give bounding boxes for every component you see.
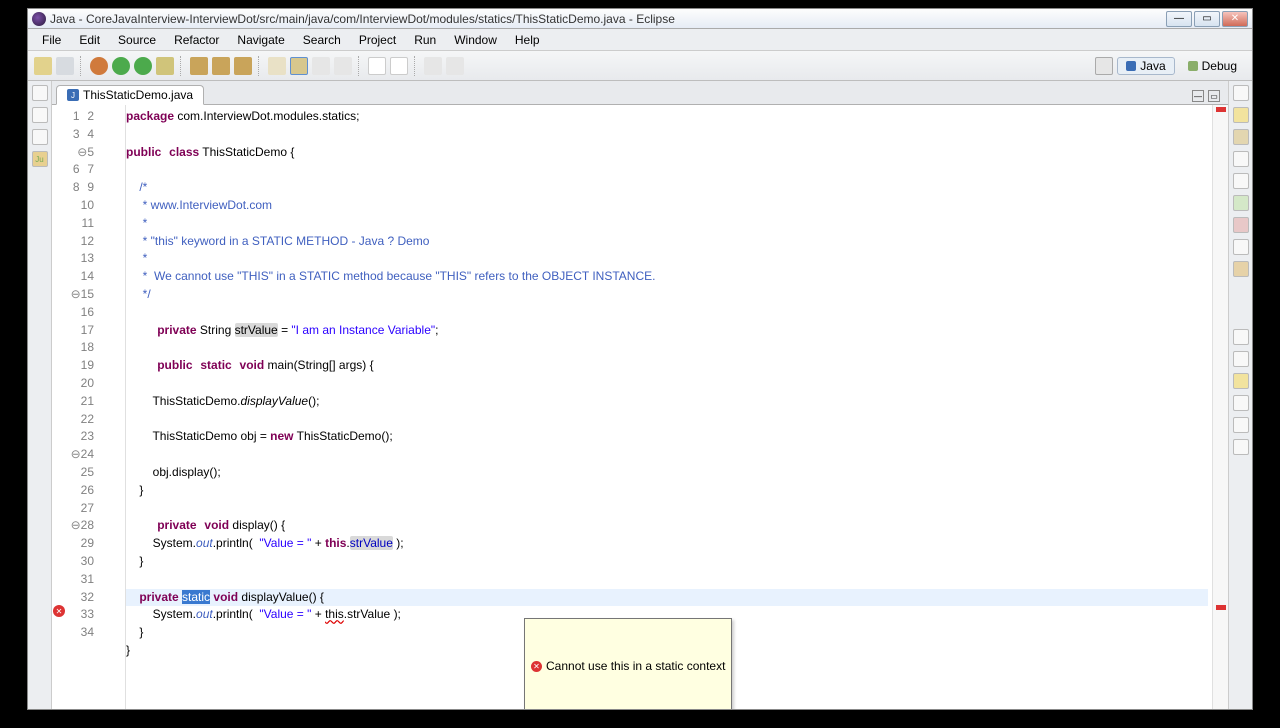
open-type-icon[interactable] (268, 57, 286, 75)
java-icon (1126, 61, 1136, 71)
source-text[interactable]: package com.InterviewDot.modules.statics… (126, 105, 1212, 709)
tab-label: ThisStaticDemo.java (83, 88, 193, 102)
restore-bottom-icon[interactable] (1233, 329, 1249, 345)
maximize-button[interactable]: ▭ (1194, 11, 1220, 27)
restore-view-icon[interactable] (32, 85, 48, 101)
restore-right-icon[interactable] (1233, 85, 1249, 101)
menu-project[interactable]: Project (351, 31, 404, 49)
package-explorer-icon[interactable] (32, 107, 48, 123)
debug-perspective-label: Debug (1202, 59, 1237, 73)
tooltip-message: Cannot use this in a static context (546, 658, 725, 676)
menu-window[interactable]: Window (446, 31, 505, 49)
right-trim[interactable] (1228, 81, 1252, 709)
debug-icon (1188, 61, 1198, 71)
code-area[interactable]: ✕ 1 2 3 4 ⊖5 6 7 8 9 10 11 12 13 14 ⊖15 … (52, 105, 1228, 709)
problems-icon[interactable] (1233, 351, 1249, 367)
folding-ruler[interactable] (100, 105, 126, 709)
java-file-icon: J (67, 89, 79, 101)
view5-icon[interactable] (1233, 195, 1249, 211)
error-tooltip: ✕ Cannot use this in a static context Pr… (524, 618, 732, 709)
outline-icon[interactable] (1233, 129, 1249, 145)
view4-icon[interactable] (1233, 173, 1249, 189)
ext-tools-icon[interactable] (156, 57, 174, 75)
view8-icon[interactable] (1233, 261, 1249, 277)
eclipse-icon (32, 12, 46, 26)
menu-navigate[interactable]: Navigate (229, 31, 292, 49)
run-icon[interactable] (112, 57, 130, 75)
minimize-editor-icon[interactable]: — (1192, 90, 1204, 102)
new-folder-icon[interactable] (234, 57, 252, 75)
error-icon: ✕ (531, 661, 542, 672)
overview-error-top[interactable] (1216, 107, 1226, 112)
marker-column[interactable]: ✕ (52, 105, 66, 709)
view3-icon[interactable] (1233, 151, 1249, 167)
editor-tabs[interactable]: J ThisStaticDemo.java — ▭ (52, 81, 1228, 105)
open-perspective-icon[interactable] (1095, 57, 1113, 75)
new-icon[interactable] (34, 57, 52, 75)
view7-icon[interactable] (1233, 239, 1249, 255)
minimize-button[interactable]: — (1166, 11, 1192, 27)
view6-icon[interactable] (1233, 217, 1249, 233)
task-icon[interactable] (334, 57, 352, 75)
debug-icon[interactable] (90, 57, 108, 75)
close-button[interactable]: ✕ (1222, 11, 1248, 27)
tasklist-icon[interactable] (1233, 107, 1249, 123)
declaration-icon[interactable] (1233, 395, 1249, 411)
error-marker-icon[interactable]: ✕ (53, 605, 65, 617)
editor: J ThisStaticDemo.java — ▭ ✕ 1 2 3 4 ⊖5 6… (52, 81, 1228, 709)
left-trim[interactable]: Ju (28, 81, 52, 709)
toolbar[interactable]: Java Debug (28, 51, 1252, 81)
overview-ruler[interactable] (1212, 105, 1228, 709)
annotation-icon[interactable] (312, 57, 330, 75)
menu-file[interactable]: File (34, 31, 69, 49)
menu-run[interactable]: Run (406, 31, 444, 49)
new-class-icon[interactable] (212, 57, 230, 75)
window-title: Java - CoreJavaInterview-InterviewDot/sr… (50, 12, 1166, 26)
menu-refactor[interactable]: Refactor (166, 31, 227, 49)
overview-error[interactable] (1216, 605, 1226, 610)
file-tab[interactable]: J ThisStaticDemo.java (56, 85, 204, 105)
debug-perspective-button[interactable]: Debug (1179, 57, 1246, 75)
search-icon[interactable] (290, 57, 308, 75)
menu-search[interactable]: Search (295, 31, 349, 49)
save-icon[interactable] (56, 57, 74, 75)
titlebar[interactable]: Java - CoreJavaInterview-InterviewDot/sr… (28, 9, 1252, 29)
javadoc-icon[interactable] (1233, 373, 1249, 389)
run-last-icon[interactable] (134, 57, 152, 75)
java-perspective-label: Java (1140, 59, 1165, 73)
menu-source[interactable]: Source (110, 31, 164, 49)
java-perspective-button[interactable]: Java (1117, 57, 1174, 75)
junit-icon[interactable]: Ju (32, 151, 48, 167)
forward-icon[interactable] (390, 57, 408, 75)
back-icon[interactable] (368, 57, 386, 75)
main-area: Ju J ThisStaticDemo.java — ▭ ✕ 1 2 3 4 ⊖… (28, 81, 1252, 709)
new-package-icon[interactable] (190, 57, 208, 75)
eclipse-window: Java - CoreJavaInterview-InterviewDot/sr… (27, 8, 1253, 710)
menu-help[interactable]: Help (507, 31, 548, 49)
console-icon[interactable] (1233, 417, 1249, 433)
hierarchy-icon[interactable] (32, 129, 48, 145)
nav-icon[interactable] (424, 57, 442, 75)
line-numbers: 1 2 3 4 ⊖5 6 7 8 9 10 11 12 13 14 ⊖15 16… (66, 105, 100, 709)
menu-edit[interactable]: Edit (71, 31, 108, 49)
nav2-icon[interactable] (446, 57, 464, 75)
maximize-editor-icon[interactable]: ▭ (1208, 90, 1220, 102)
servers-icon[interactable] (1233, 439, 1249, 455)
menubar[interactable]: File Edit Source Refactor Navigate Searc… (28, 29, 1252, 51)
